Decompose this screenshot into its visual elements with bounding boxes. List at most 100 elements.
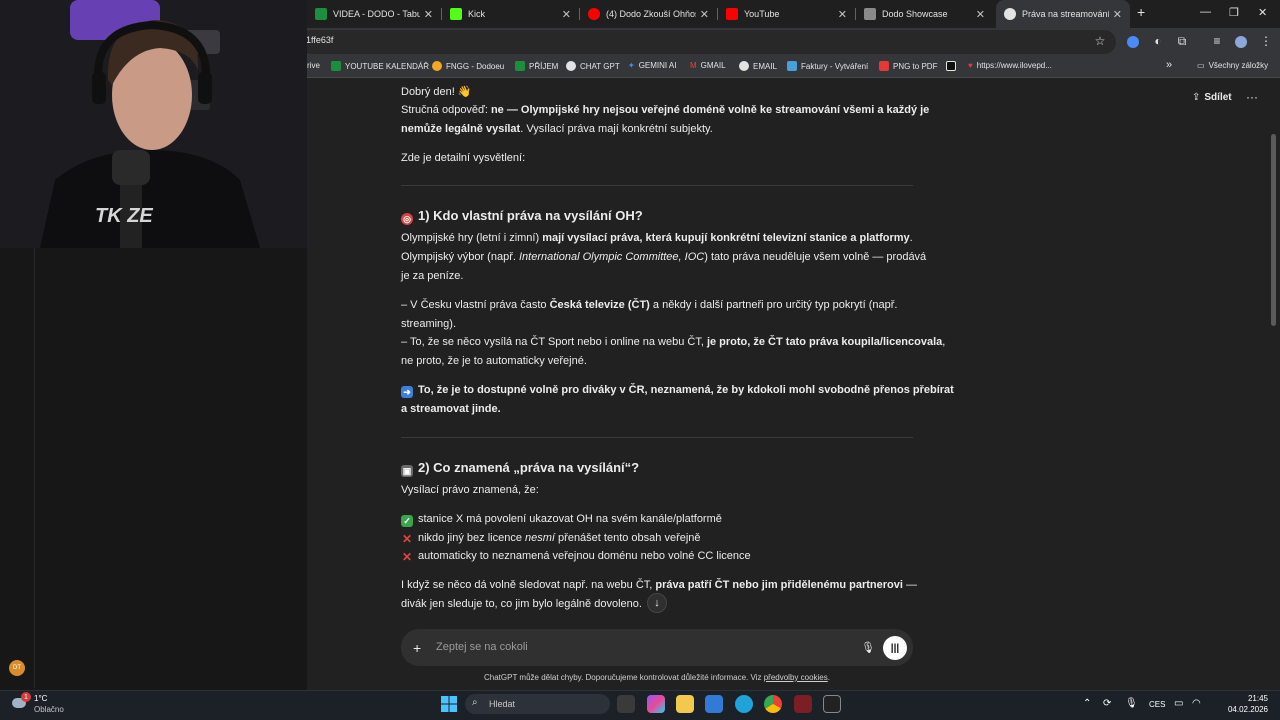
- language-indicator[interactable]: CES: [1149, 700, 1165, 709]
- close-window-button[interactable]: ✕: [1258, 6, 1267, 19]
- bookmark-unnamed[interactable]: [946, 61, 960, 71]
- url-text[interactable]: 1ffe63f: [306, 35, 333, 45]
- epic-games-icon[interactable]: [823, 695, 841, 713]
- italic-text: International Olympic Committee, IOC: [518, 251, 705, 263]
- bookmark-ilovepdf[interactable]: ♥ https://www.ilovepd...: [968, 61, 1052, 70]
- menu-icon[interactable]: ⋮: [1259, 34, 1273, 48]
- tab-videa-dodo[interactable]: VIDEA - DODO - Tabulky ✕: [307, 0, 441, 28]
- bookmark-email[interactable]: EMAIL: [739, 61, 777, 71]
- bookmark-label: rive: [307, 61, 320, 70]
- all-bookmarks[interactable]: ▭ Všechny záložky: [1197, 61, 1268, 70]
- extension-icon[interactable]: [1127, 36, 1139, 48]
- puzzle-icon[interactable]: ⧉: [1175, 34, 1189, 48]
- paragraph: – V Česku vlastní práva často Česká tele…: [401, 299, 897, 311]
- chatgpt-icon: [566, 61, 576, 71]
- paragraph: je za peníze.: [401, 270, 464, 282]
- divider: [401, 185, 913, 186]
- tab-dodo-showcase[interactable]: Dodo Showcase ✕: [856, 0, 993, 28]
- bookmark-fngg[interactable]: FNGG - Dodoeu: [432, 61, 504, 71]
- tab-youtube[interactable]: YouTube ✕: [718, 0, 855, 28]
- microphone-icon[interactable]: 🎙: [1125, 698, 1138, 709]
- scroll-down-button[interactable]: ↓: [647, 593, 667, 613]
- list-item: ✕ nikdo jiný bez licence nesmí přenášet t…: [401, 532, 701, 545]
- paragraph: Vysílací právo znamená, že:: [401, 484, 539, 496]
- app-icon[interactable]: [794, 695, 812, 713]
- taskbar-search[interactable]: [465, 694, 610, 714]
- text: – To, že se něco vysílá na ČT Sport nebo…: [401, 336, 707, 348]
- bookmark-gemini[interactable]: ✦ GEMINI AI: [628, 61, 677, 70]
- paragraph: divák jen sleduje to, co jim bylo legáln…: [401, 598, 642, 610]
- bookmark-label: PNG to PDF: [893, 61, 938, 71]
- user-avatar[interactable]: DT: [9, 660, 25, 676]
- star-icon[interactable]: ☆: [1093, 34, 1107, 48]
- target-icon: ◎: [401, 213, 413, 225]
- bookmark-png-to-pdf[interactable]: PNG to PDF: [879, 61, 937, 71]
- address-bar[interactable]: [300, 30, 1116, 54]
- bookmark-prijem[interactable]: PŘÍJEM: [515, 61, 558, 71]
- clock-time[interactable]: 21:45: [1218, 694, 1268, 703]
- check-icon: ✓: [401, 515, 413, 527]
- share-button[interactable]: ⇪ Sdílet: [1192, 92, 1232, 103]
- heading-broadcast-rights: ▣ 2) Co znamená „práva na vysílání“?: [401, 460, 639, 477]
- plus-icon[interactable]: +: [413, 640, 421, 656]
- bold-text: a streamovat jinde.: [401, 403, 501, 415]
- chrome-icon[interactable]: [764, 695, 782, 713]
- taskbar-search-text[interactable]: Hledat: [489, 699, 515, 709]
- more-bookmarks-icon[interactable]: »: [1166, 59, 1172, 71]
- cookie-preferences-link[interactable]: předvolby cookies: [764, 673, 828, 682]
- close-icon[interactable]: ✕: [562, 8, 571, 21]
- profile-avatar[interactable]: [1235, 36, 1247, 48]
- extension-icon[interactable]: ◐: [1151, 34, 1165, 48]
- tab-title: Práva na streamování OH: [1022, 9, 1109, 19]
- voice-mode-button[interactable]: |||: [883, 636, 907, 660]
- weather-temperature[interactable]: 1°C: [34, 694, 47, 703]
- file-explorer-icon[interactable]: [676, 695, 694, 713]
- chevron-up-icon[interactable]: ⌃: [1083, 698, 1091, 709]
- tab-dodo-ohnostroj[interactable]: (4) Dodo Zkouší Ohňostr ✕: [580, 0, 717, 28]
- microphone-icon[interactable]: 🎙: [861, 641, 875, 654]
- bookmark-label: FNGG - Dodoeu: [446, 61, 505, 71]
- tab-kick[interactable]: Kick ✕: [442, 0, 579, 28]
- share-icon: ⇪: [1192, 92, 1201, 103]
- media-icon[interactable]: ≡: [1210, 34, 1224, 48]
- display-icon[interactable]: ▭: [1174, 698, 1183, 709]
- restore-button[interactable]: ❐: [1229, 6, 1239, 19]
- short-answer-bold: nemůže legálně vysílat: [401, 123, 521, 135]
- wifi-icon[interactable]: ◠: [1192, 698, 1201, 709]
- more-options-icon[interactable]: ···: [1246, 90, 1258, 104]
- close-icon[interactable]: ✕: [838, 8, 847, 21]
- text: I když se něco dá volně sledovat např. n…: [401, 579, 656, 591]
- bold-text: To, že je to dostupné volně pro diváky v…: [418, 384, 954, 396]
- close-icon[interactable]: ✕: [976, 8, 985, 21]
- bookmark-chat-gpt[interactable]: CHAT GPT: [566, 61, 620, 71]
- copilot-icon[interactable]: [647, 695, 665, 713]
- text: ) tato práva neuděluje všem volně — prod…: [704, 251, 927, 263]
- close-icon[interactable]: ✕: [700, 8, 709, 21]
- webcam-overlay: TK ZE: [0, 0, 307, 248]
- close-icon[interactable]: ✕: [424, 8, 433, 21]
- store-icon[interactable]: [705, 695, 723, 713]
- clock-date[interactable]: 04.02.2026: [1208, 705, 1268, 714]
- heading-text: 2) Co znamená „práva na vysílání“?: [418, 460, 640, 475]
- edge-icon[interactable]: [735, 695, 753, 713]
- bookmark-drive[interactable]: rive: [307, 61, 320, 70]
- short-answer-line-2: nemůže legálně vysílat. Vysílací práva m…: [401, 123, 713, 135]
- sidebar-divider: [34, 248, 35, 688]
- tab-prava-na-streamovani[interactable]: Práva na streamování OH ✕: [996, 0, 1130, 28]
- new-tab-button[interactable]: +: [1137, 4, 1145, 20]
- scrollbar[interactable]: [1271, 134, 1276, 326]
- paragraph: ne proto, že je to automaticky veřejné.: [401, 355, 587, 367]
- task-view-icon[interactable]: [617, 695, 635, 713]
- paragraph: I když se něco dá volně sledovat např. n…: [401, 579, 917, 591]
- sync-icon[interactable]: ⟳: [1103, 698, 1111, 709]
- bold-text: Česká televize (ČT): [549, 299, 650, 311]
- close-icon[interactable]: ✕: [1113, 8, 1122, 21]
- prompt-input[interactable]: Zeptej se na cokoli: [436, 641, 528, 653]
- bookmark-youtube-kalendar[interactable]: YOUTUBE KALENDÁŘ: [331, 61, 429, 71]
- weather-condition[interactable]: Oblačno: [34, 705, 64, 714]
- bookmark-faktury[interactable]: Faktury - Vytváření: [787, 61, 868, 71]
- paragraph: Olympijské hry (letní i zimní) mají vysí…: [401, 232, 913, 244]
- minimize-button[interactable]: —: [1200, 6, 1211, 18]
- bookmark-gmail[interactable]: M GMAIL: [690, 61, 726, 70]
- windows-start-icon[interactable]: [440, 695, 458, 713]
